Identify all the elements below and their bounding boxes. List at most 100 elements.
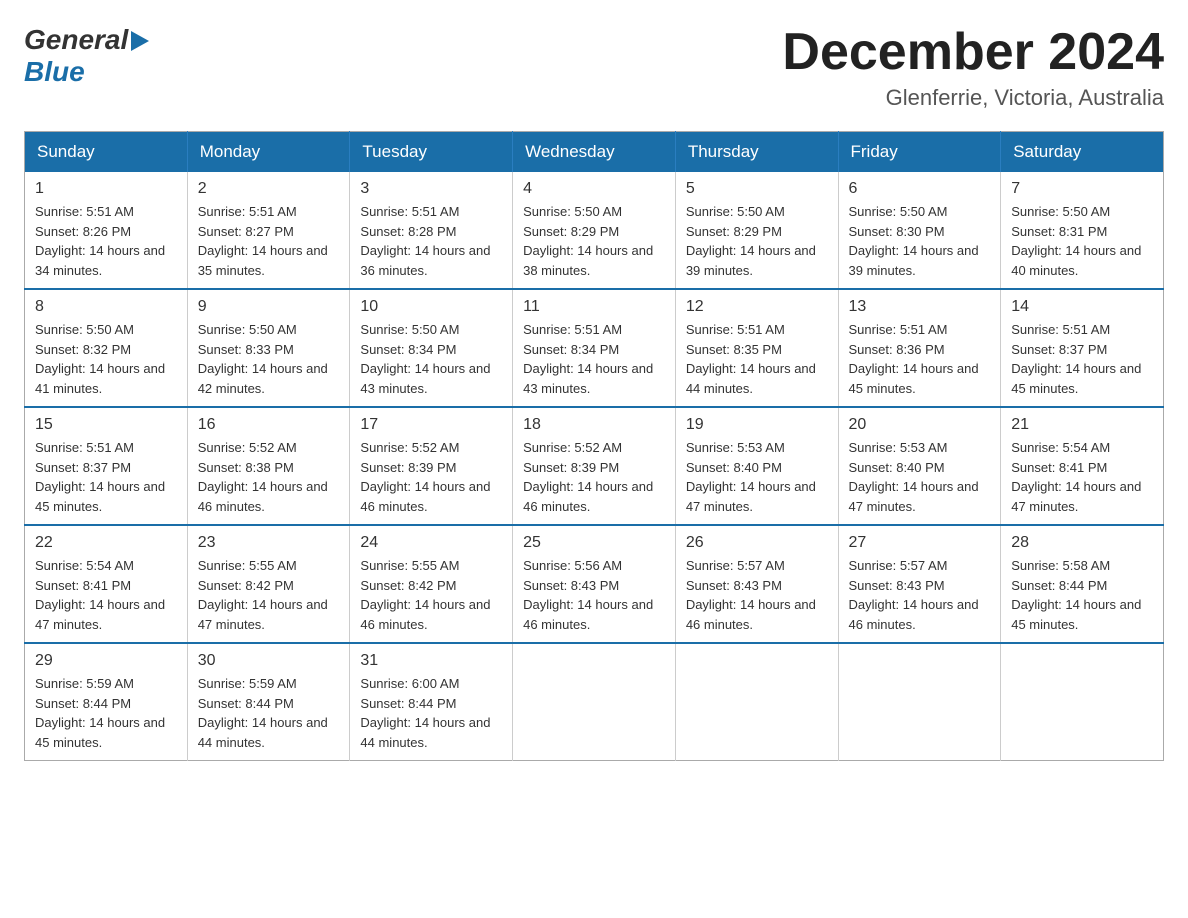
calendar-cell: 16 Sunrise: 5:52 AMSunset: 8:38 PMDayligh… bbox=[187, 407, 350, 525]
day-info: Sunrise: 5:56 AMSunset: 8:43 PMDaylight:… bbox=[523, 556, 665, 634]
calendar-header-row: SundayMondayTuesdayWednesdayThursdayFrid… bbox=[25, 132, 1164, 173]
calendar-cell: 25 Sunrise: 5:56 AMSunset: 8:43 PMDayligh… bbox=[513, 525, 676, 643]
logo-blue-text: Blue bbox=[24, 56, 85, 87]
day-info: Sunrise: 5:51 AMSunset: 8:34 PMDaylight:… bbox=[523, 320, 665, 398]
day-number: 19 bbox=[686, 416, 828, 434]
day-info: Sunrise: 5:51 AMSunset: 8:35 PMDaylight:… bbox=[686, 320, 828, 398]
day-number: 17 bbox=[360, 416, 502, 434]
location-subtitle: Glenferrie, Victoria, Australia bbox=[782, 85, 1164, 111]
day-number: 21 bbox=[1011, 416, 1153, 434]
calendar-cell: 1Sunrise: 5:51 AMSunset: 8:26 PMDaylight… bbox=[25, 172, 188, 289]
day-number: 6 bbox=[849, 180, 991, 198]
day-number: 28 bbox=[1011, 534, 1153, 552]
logo-arrow-icon bbox=[131, 31, 149, 51]
day-info: Sunrise: 5:55 AMSunset: 8:42 PMDaylight:… bbox=[198, 556, 340, 634]
calendar-cell: 17 Sunrise: 5:52 AMSunset: 8:39 PMDayligh… bbox=[350, 407, 513, 525]
header-friday: Friday bbox=[838, 132, 1001, 173]
day-number: 24 bbox=[360, 534, 502, 552]
calendar-week-row: 29Sunrise: 5:59 AMSunset: 8:44 PMDayligh… bbox=[25, 643, 1164, 761]
calendar-cell: 8 Sunrise: 5:50 AMSunset: 8:32 PMDaylight… bbox=[25, 289, 188, 407]
day-info: Sunrise: 5:58 AMSunset: 8:44 PMDaylight:… bbox=[1011, 556, 1153, 634]
calendar-week-row: 22 Sunrise: 5:54 AMSunset: 8:41 PMDayligh… bbox=[25, 525, 1164, 643]
day-info: Sunrise: 5:51 AMSunset: 8:28 PMDaylight:… bbox=[360, 202, 502, 280]
title-section: December 2024 Glenferrie, Victoria, Aust… bbox=[782, 24, 1164, 111]
day-info: Sunrise: 5:51 AMSunset: 8:37 PMDaylight:… bbox=[35, 438, 177, 516]
day-number: 20 bbox=[849, 416, 991, 434]
calendar-cell bbox=[838, 643, 1001, 761]
day-info: Sunrise: 5:57 AMSunset: 8:43 PMDaylight:… bbox=[686, 556, 828, 634]
calendar-week-row: 1Sunrise: 5:51 AMSunset: 8:26 PMDaylight… bbox=[25, 172, 1164, 289]
day-number: 8 bbox=[35, 298, 177, 316]
day-info: Sunrise: 5:53 AMSunset: 8:40 PMDaylight:… bbox=[849, 438, 991, 516]
calendar-cell: 29Sunrise: 5:59 AMSunset: 8:44 PMDayligh… bbox=[25, 643, 188, 761]
calendar-cell bbox=[1001, 643, 1164, 761]
calendar-cell: 24 Sunrise: 5:55 AMSunset: 8:42 PMDayligh… bbox=[350, 525, 513, 643]
day-number: 4 bbox=[523, 180, 665, 198]
calendar-cell: 4Sunrise: 5:50 AMSunset: 8:29 PMDaylight… bbox=[513, 172, 676, 289]
calendar-week-row: 15 Sunrise: 5:51 AMSunset: 8:37 PMDayligh… bbox=[25, 407, 1164, 525]
calendar-cell: 12 Sunrise: 5:51 AMSunset: 8:35 PMDayligh… bbox=[675, 289, 838, 407]
day-number: 25 bbox=[523, 534, 665, 552]
day-info: Sunrise: 5:51 AMSunset: 8:27 PMDaylight:… bbox=[198, 202, 340, 280]
header-wednesday: Wednesday bbox=[513, 132, 676, 173]
day-number: 16 bbox=[198, 416, 340, 434]
calendar-cell: 28 Sunrise: 5:58 AMSunset: 8:44 PMDayligh… bbox=[1001, 525, 1164, 643]
calendar-cell: 14Sunrise: 5:51 AMSunset: 8:37 PMDayligh… bbox=[1001, 289, 1164, 407]
calendar-cell: 5 Sunrise: 5:50 AMSunset: 8:29 PMDaylight… bbox=[675, 172, 838, 289]
day-number: 22 bbox=[35, 534, 177, 552]
day-info: Sunrise: 5:52 AMSunset: 8:38 PMDaylight:… bbox=[198, 438, 340, 516]
day-info: Sunrise: 5:55 AMSunset: 8:42 PMDaylight:… bbox=[360, 556, 502, 634]
day-info: Sunrise: 5:59 AMSunset: 8:44 PMDaylight:… bbox=[35, 674, 177, 752]
day-number: 10 bbox=[360, 298, 502, 316]
calendar-cell: 9 Sunrise: 5:50 AMSunset: 8:33 PMDaylight… bbox=[187, 289, 350, 407]
day-number: 7 bbox=[1011, 180, 1153, 198]
day-number: 2 bbox=[198, 180, 340, 198]
day-info: Sunrise: 5:51 AMSunset: 8:36 PMDaylight:… bbox=[849, 320, 991, 398]
calendar-cell: 13 Sunrise: 5:51 AMSunset: 8:36 PMDayligh… bbox=[838, 289, 1001, 407]
logo-general-text: General bbox=[24, 24, 128, 56]
day-info: Sunrise: 5:51 AMSunset: 8:37 PMDaylight:… bbox=[1011, 320, 1153, 398]
calendar-cell: 26Sunrise: 5:57 AMSunset: 8:43 PMDayligh… bbox=[675, 525, 838, 643]
calendar-cell: 6 Sunrise: 5:50 AMSunset: 8:30 PMDaylight… bbox=[838, 172, 1001, 289]
day-info: Sunrise: 5:54 AMSunset: 8:41 PMDaylight:… bbox=[1011, 438, 1153, 516]
day-info: Sunrise: 5:57 AMSunset: 8:43 PMDaylight:… bbox=[849, 556, 991, 634]
calendar-cell: 27Sunrise: 5:57 AMSunset: 8:43 PMDayligh… bbox=[838, 525, 1001, 643]
day-number: 31 bbox=[360, 652, 502, 670]
day-number: 11 bbox=[523, 298, 665, 316]
day-info: Sunrise: 5:50 AMSunset: 8:33 PMDaylight:… bbox=[198, 320, 340, 398]
calendar-cell bbox=[513, 643, 676, 761]
header-tuesday: Tuesday bbox=[350, 132, 513, 173]
calendar-cell: 19 Sunrise: 5:53 AMSunset: 8:40 PMDayligh… bbox=[675, 407, 838, 525]
calendar-table: SundayMondayTuesdayWednesdayThursdayFrid… bbox=[24, 131, 1164, 761]
day-number: 9 bbox=[198, 298, 340, 316]
logo: General Blue bbox=[24, 24, 149, 88]
day-info: Sunrise: 5:53 AMSunset: 8:40 PMDaylight:… bbox=[686, 438, 828, 516]
calendar-cell: 11 Sunrise: 5:51 AMSunset: 8:34 PMDayligh… bbox=[513, 289, 676, 407]
calendar-cell: 10 Sunrise: 5:50 AMSunset: 8:34 PMDayligh… bbox=[350, 289, 513, 407]
calendar-cell: 30Sunrise: 5:59 AMSunset: 8:44 PMDayligh… bbox=[187, 643, 350, 761]
calendar-cell: 21 Sunrise: 5:54 AMSunset: 8:41 PMDayligh… bbox=[1001, 407, 1164, 525]
header-thursday: Thursday bbox=[675, 132, 838, 173]
day-number: 30 bbox=[198, 652, 340, 670]
day-number: 13 bbox=[849, 298, 991, 316]
calendar-cell: 18Sunrise: 5:52 AMSunset: 8:39 PMDayligh… bbox=[513, 407, 676, 525]
day-info: Sunrise: 5:50 AMSunset: 8:32 PMDaylight:… bbox=[35, 320, 177, 398]
day-info: Sunrise: 5:54 AMSunset: 8:41 PMDaylight:… bbox=[35, 556, 177, 634]
calendar-cell: 15 Sunrise: 5:51 AMSunset: 8:37 PMDayligh… bbox=[25, 407, 188, 525]
calendar-cell: 22 Sunrise: 5:54 AMSunset: 8:41 PMDayligh… bbox=[25, 525, 188, 643]
calendar-week-row: 8 Sunrise: 5:50 AMSunset: 8:32 PMDaylight… bbox=[25, 289, 1164, 407]
day-info: Sunrise: 5:50 AMSunset: 8:30 PMDaylight:… bbox=[849, 202, 991, 280]
day-info: Sunrise: 5:52 AMSunset: 8:39 PMDaylight:… bbox=[360, 438, 502, 516]
day-number: 12 bbox=[686, 298, 828, 316]
calendar-cell: 31 Sunrise: 6:00 AMSunset: 8:44 PMDayligh… bbox=[350, 643, 513, 761]
page-header: General Blue December 2024 Glenferrie, V… bbox=[24, 24, 1164, 111]
header-saturday: Saturday bbox=[1001, 132, 1164, 173]
day-number: 5 bbox=[686, 180, 828, 198]
calendar-cell bbox=[675, 643, 838, 761]
day-info: Sunrise: 5:52 AMSunset: 8:39 PMDaylight:… bbox=[523, 438, 665, 516]
day-info: Sunrise: 5:50 AMSunset: 8:34 PMDaylight:… bbox=[360, 320, 502, 398]
day-number: 15 bbox=[35, 416, 177, 434]
day-info: Sunrise: 5:50 AMSunset: 8:29 PMDaylight:… bbox=[686, 202, 828, 280]
day-info: Sunrise: 6:00 AMSunset: 8:44 PMDaylight:… bbox=[360, 674, 502, 752]
day-info: Sunrise: 5:50 AMSunset: 8:31 PMDaylight:… bbox=[1011, 202, 1153, 280]
